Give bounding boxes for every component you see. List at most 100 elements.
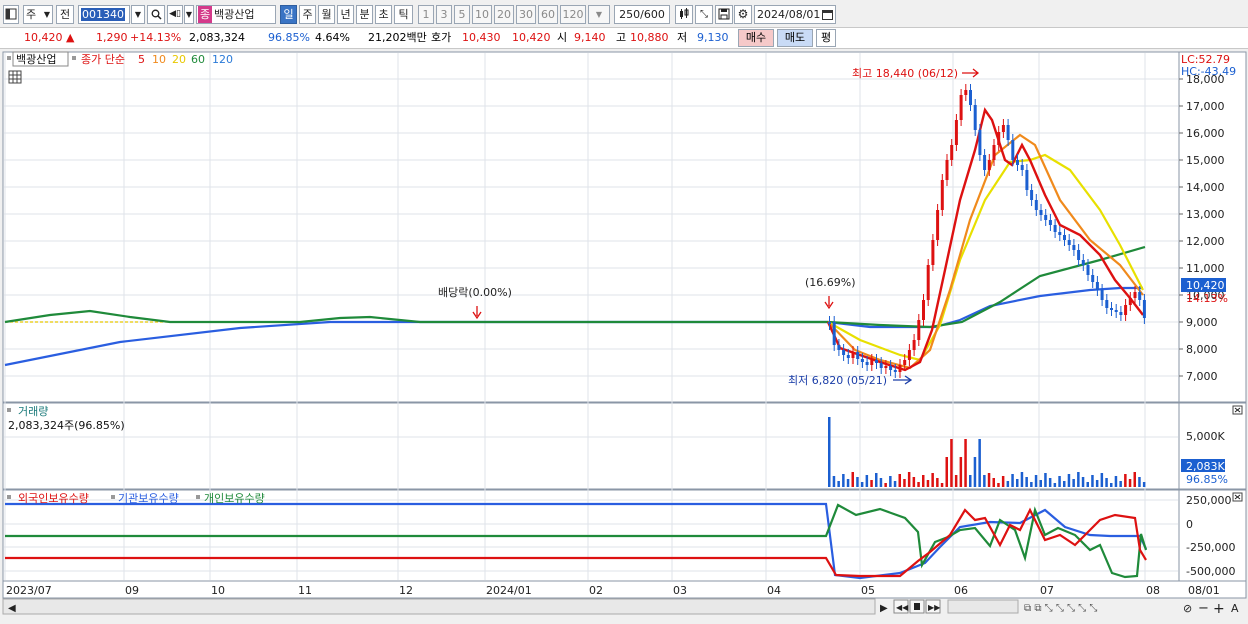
volume-bar [1048,478,1052,487]
high-price: 10,880 [630,31,669,44]
volume-bar [997,483,1000,487]
volume: 2,083,324 [189,31,245,44]
eval-button[interactable]: 평 [816,29,836,47]
count-field[interactable]: 250/600 [614,5,670,24]
calendar-icon[interactable] [822,9,833,20]
flow-bullet-icon-3 [196,495,200,499]
sell-button[interactable]: 매도 [777,29,813,47]
count-max: /600 [640,8,665,21]
ask-label: 호가 [431,31,452,44]
volume-bar [1105,478,1108,487]
flow-legend: 외국인보유수량 기관보유수량 개인보유수량 [7,492,265,505]
volume-bar [1067,474,1071,487]
volume-bar [1091,475,1094,487]
chart-menu-icon[interactable] [3,5,19,24]
candle-body [875,360,878,363]
candle-body [1138,292,1142,300]
volume-bar [1058,476,1061,487]
interval-1[interactable]: 1 [418,5,434,24]
search-icon[interactable] [147,5,165,24]
last-pct-label: 14.13% [1186,292,1228,305]
volume-bar [875,473,878,487]
tab-minute[interactable]: 분 [356,5,373,24]
volume-bar [851,472,854,487]
scrollbar-track[interactable] [2,598,876,615]
volume-bar [870,480,873,487]
volume-bar [884,483,887,487]
x-tick-label: 08 [1146,584,1160,597]
candle-body [997,132,1001,145]
candle-body [893,370,897,372]
flow-panel-close-icon[interactable] [1232,492,1243,502]
interval-custom-select[interactable]: ▼ [588,5,610,24]
candle-body [1053,225,1057,232]
zoom-reset-icon[interactable]: ⊘ [1183,602,1192,615]
interval-30[interactable]: 30 [516,5,536,24]
stock-chart[interactable]: 18,00017,00016,00015,00014,00013,00012,0… [0,50,1248,621]
candle-body [1011,140,1015,160]
zoom-out-icon[interactable]: − [1198,601,1209,616]
stock-code-input[interactable]: 001340 [78,5,130,24]
price-tick-label: 9,000 [1186,316,1218,329]
period-select[interactable]: 주 ▼ [23,5,53,24]
tab-second[interactable]: 초 [375,5,392,24]
candle-body [1058,232,1062,235]
candle-body [936,210,940,240]
candle-body [1119,312,1123,315]
scroll-left-icon[interactable]: ◀ [8,603,16,614]
speaker-icon[interactable]: ◀▯ [167,5,183,24]
interval-20[interactable]: 20 [494,5,514,24]
zoom-slider[interactable] [947,599,1019,614]
candle-body [954,120,958,145]
interval-10[interactable]: 10 [472,5,492,24]
candle-type-icon[interactable] [675,5,693,24]
x-tick-label: 06 [954,584,968,597]
volume-bar [889,476,892,487]
tool-icons[interactable]: ⧉ ⧉ ⤡ ⤡ ⤡ ⤡ ⤡ [1024,603,1097,614]
low-annotation: 최저 6,820 (05/21) [788,374,887,387]
candle-body [1128,298,1132,305]
interval-5[interactable]: 5 [454,5,470,24]
chart-area[interactable]: 18,000 17,000 16,000 15,000 14,000 13,000 12,0… [0,50,1248,621]
volume-tick-5000k: 5,000K [1186,430,1225,443]
buy-button[interactable]: 매수 [738,29,774,47]
volume-bar [954,475,958,487]
tab-day[interactable]: 일 [280,5,297,24]
candle-body [1081,260,1085,265]
candle-body [865,362,869,365]
save-icon[interactable] [715,5,733,24]
prev-button[interactable]: 전 [56,5,74,24]
volume-bar [969,475,972,487]
tab-week[interactable]: 주 [299,5,316,24]
date-input[interactable]: 2024/08/01 [754,5,836,24]
tab-month[interactable]: 월 [318,5,335,24]
volume-bar [1020,472,1024,487]
candle-body [870,360,874,365]
interval-60[interactable]: 60 [538,5,558,24]
flow-tick-neg500000: -500,000 [1186,565,1235,578]
font-size-icon[interactable]: A [1231,602,1239,615]
price-change: 1,290 [96,31,128,44]
volume-panel-close-icon[interactable] [1232,405,1243,415]
candle-body [846,355,850,358]
table-view-icon[interactable] [8,70,22,84]
volume-bar [959,457,963,487]
interval-120[interactable]: 120 [560,5,586,24]
volume-bar [1016,479,1019,487]
scroll-right-icon[interactable]: ▶ [880,603,888,614]
candle-body [889,366,893,370]
high-annotation: 최고 18,440 (06/12) [852,67,958,80]
speaker-dropdown[interactable]: ▼ [184,5,194,24]
stock-name-field[interactable]: 종 백광산업 [196,5,276,24]
stock-code-dropdown[interactable]: ▼ [131,5,145,24]
draw-tool-icon[interactable]: ⤡ [695,5,713,24]
tab-tick[interactable]: 틱 [394,5,413,24]
volume-bar [1124,474,1127,487]
zoom-in-icon[interactable]: + [1213,601,1225,617]
interval-3[interactable]: 3 [436,5,452,24]
tab-year[interactable]: 년 [337,5,354,24]
candle-body [1039,210,1043,215]
nav-first-icon: ◀◀ [896,603,909,612]
settings-gear-icon[interactable]: ⚙ [734,5,752,24]
flow-bullet-icon-2 [111,495,115,499]
